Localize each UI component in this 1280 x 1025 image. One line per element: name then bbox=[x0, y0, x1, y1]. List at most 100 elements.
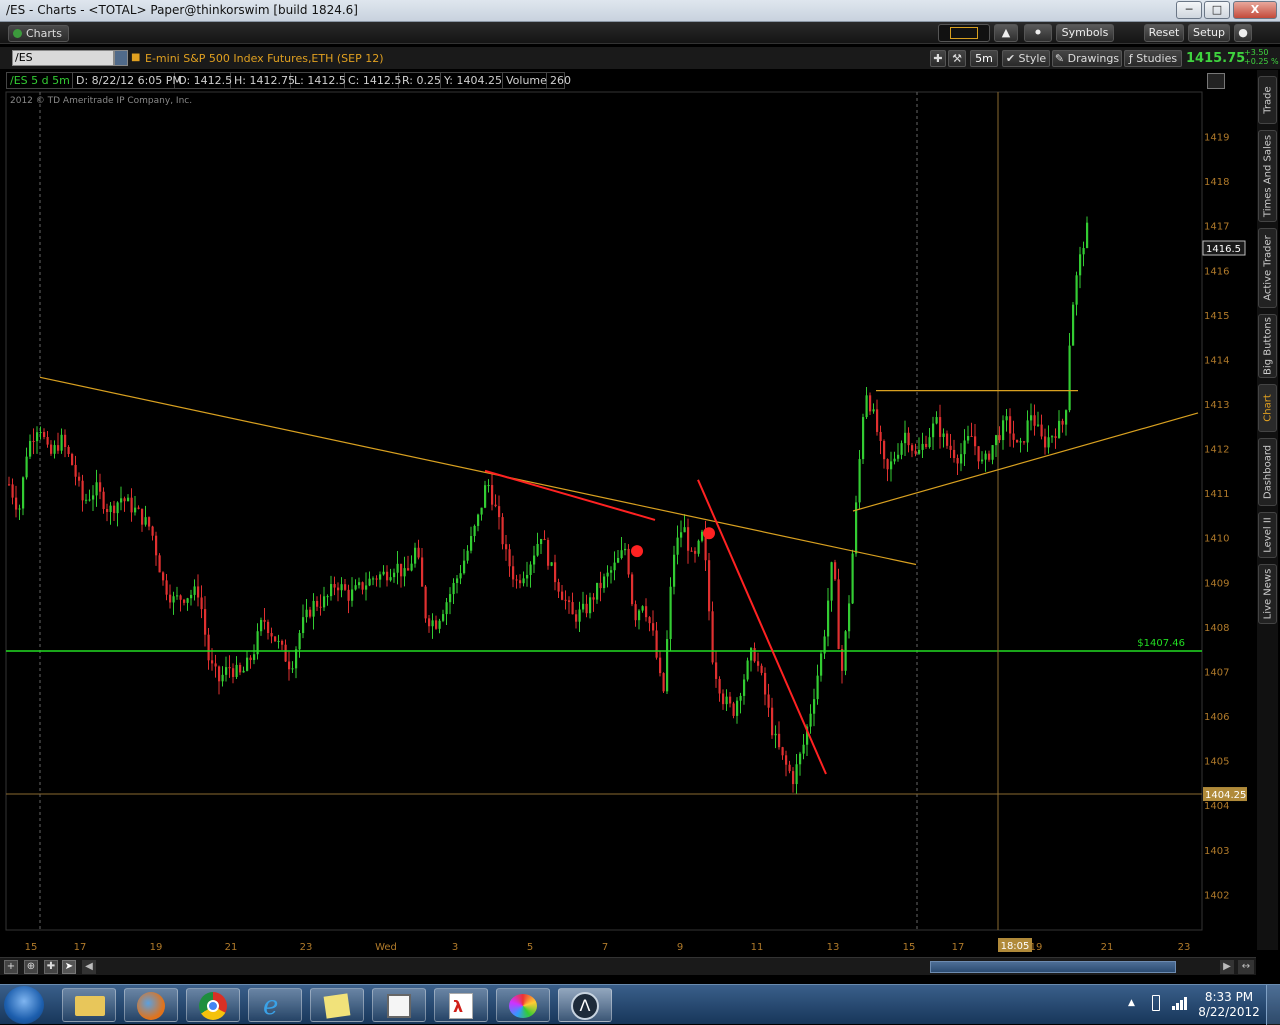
horizontal-scroll-bar[interactable]: + ⊕ ✚ ➤ ◀ ▶ ↔ bbox=[0, 957, 1256, 975]
side-tab-trade[interactable]: Trade bbox=[1258, 76, 1277, 124]
candle-body bbox=[1023, 441, 1026, 443]
timeframe-button[interactable]: 5m bbox=[970, 50, 998, 67]
candle-body bbox=[18, 508, 21, 510]
candle-body bbox=[603, 576, 606, 589]
side-tab-chart[interactable]: Chart bbox=[1258, 384, 1277, 432]
candle-body bbox=[540, 539, 543, 545]
candle-body bbox=[323, 596, 326, 608]
scroll-left-icon[interactable]: ◀ bbox=[82, 960, 96, 974]
candle-body bbox=[459, 573, 462, 579]
candle-body bbox=[102, 491, 105, 509]
candle-body bbox=[697, 540, 700, 554]
candle-body bbox=[267, 621, 270, 634]
candle-body bbox=[967, 436, 970, 441]
candle-body bbox=[599, 582, 602, 589]
monitor-app-icon[interactable] bbox=[372, 988, 426, 1022]
adobe-reader-icon[interactable]: λ bbox=[434, 988, 488, 1022]
drawing-tool-icon[interactable]: ✚ bbox=[930, 50, 946, 67]
symbol-input[interactable]: /ES bbox=[12, 50, 114, 66]
tab-charts[interactable]: Charts bbox=[8, 25, 69, 42]
side-tab-big-buttons[interactable]: Big Buttons bbox=[1258, 314, 1277, 378]
time-tick-label: 3 bbox=[452, 942, 458, 953]
price-tick-label: 1406 bbox=[1204, 712, 1229, 723]
side-tab-times-and-sales[interactable]: Times And Sales bbox=[1258, 130, 1277, 222]
reset-button[interactable]: Reset bbox=[1144, 24, 1184, 42]
candle-body bbox=[529, 564, 532, 575]
candle-body bbox=[834, 562, 837, 580]
firefox-icon[interactable] bbox=[124, 988, 178, 1022]
candle-body bbox=[393, 572, 396, 578]
candle-body bbox=[358, 582, 361, 586]
network-icon[interactable] bbox=[1172, 996, 1188, 1010]
zoom-out-icon[interactable]: + bbox=[4, 960, 18, 974]
scroll-thumb[interactable] bbox=[930, 961, 1176, 973]
candle-body bbox=[666, 639, 669, 692]
candle-body bbox=[57, 445, 60, 451]
candle-body bbox=[550, 562, 553, 566]
minimize-button[interactable]: ─ bbox=[1176, 1, 1202, 19]
zoom-in-icon[interactable]: ⊕ bbox=[24, 960, 38, 974]
candle-body bbox=[781, 747, 784, 756]
setup-button[interactable]: Setup bbox=[1188, 24, 1230, 42]
candle-body bbox=[113, 505, 116, 514]
paint-icon[interactable] bbox=[496, 988, 550, 1022]
entry-marker bbox=[631, 545, 643, 558]
cursor-icon[interactable]: ➤ bbox=[62, 960, 76, 974]
scroll-right-icon[interactable]: ▶ bbox=[1220, 960, 1234, 974]
symbol-dropdown-icon[interactable] bbox=[114, 50, 128, 66]
close-button[interactable]: X bbox=[1233, 1, 1277, 19]
candle-body bbox=[281, 640, 284, 645]
candle-body bbox=[137, 507, 140, 509]
order-entry-box[interactable] bbox=[938, 24, 990, 42]
side-tab-dashboard[interactable]: Dashboard bbox=[1258, 438, 1277, 506]
pan-icon[interactable]: ✚ bbox=[44, 960, 58, 974]
maximize-button[interactable]: □ bbox=[1204, 1, 1230, 19]
side-tab-level-ii[interactable]: Level II bbox=[1258, 512, 1277, 558]
chart-drawings: $1407.46 bbox=[6, 92, 1202, 930]
windows-taskbar: e λ Λ ▲ 8:33 PM 8/22/2012 bbox=[0, 984, 1280, 1025]
chart-settings-icon[interactable] bbox=[1207, 73, 1225, 89]
candle-body bbox=[820, 653, 823, 676]
price-tick-label: 1418 bbox=[1204, 177, 1229, 188]
candle-body bbox=[778, 733, 781, 748]
studies-button[interactable]: ƒ Studies bbox=[1124, 50, 1182, 67]
tray-expand-icon[interactable]: ▲ bbox=[1128, 998, 1135, 1008]
start-button[interactable] bbox=[4, 986, 44, 1024]
candle-body bbox=[659, 657, 662, 674]
candle-body bbox=[564, 599, 567, 601]
support-line-label: $1407.46 bbox=[1137, 638, 1185, 649]
link-icon[interactable]: ▲ bbox=[994, 24, 1018, 42]
candle-body bbox=[526, 574, 529, 579]
side-tab-live-news[interactable]: Live News bbox=[1258, 564, 1277, 624]
system-clock[interactable]: 8:33 PM 8/22/2012 bbox=[1196, 990, 1262, 1020]
drawings-button[interactable]: ✎ Drawings bbox=[1052, 50, 1122, 67]
thinkorswim-icon[interactable]: Λ bbox=[558, 988, 612, 1022]
candle-body bbox=[953, 449, 956, 458]
key-icon[interactable]: ⚫ bbox=[1024, 24, 1052, 42]
explorer-icon[interactable] bbox=[62, 988, 116, 1022]
chrome-icon[interactable] bbox=[186, 988, 240, 1022]
wrench-icon[interactable]: ⚒ bbox=[948, 50, 966, 67]
candle-body bbox=[274, 636, 277, 642]
expand-icon[interactable]: ↔ bbox=[1238, 960, 1254, 974]
candle-body bbox=[211, 660, 214, 664]
candle-body bbox=[841, 648, 844, 671]
candle-body bbox=[253, 654, 256, 661]
candle-body bbox=[631, 574, 634, 605]
price-chart[interactable]: $1407.46 1419141814171416141514141413141… bbox=[0, 90, 1256, 957]
candle-body bbox=[326, 596, 329, 598]
title-bar[interactable]: /ES - Charts - <TOTAL> Paper@thinkorswim… bbox=[0, 0, 1280, 22]
style-button[interactable]: ✔ Style bbox=[1002, 50, 1050, 67]
show-desktop-button[interactable] bbox=[1266, 985, 1280, 1025]
candle-body bbox=[739, 695, 742, 701]
symbol-bar: /ES ■ E-mini S&P 500 Index Futures,ETH (… bbox=[0, 47, 1280, 69]
candle-body bbox=[1051, 436, 1054, 438]
battery-icon[interactable] bbox=[1152, 995, 1160, 1011]
internet-explorer-icon[interactable]: e bbox=[248, 988, 302, 1022]
side-tab-active-trader[interactable]: Active Trader bbox=[1258, 228, 1277, 308]
sticky-notes-icon[interactable] bbox=[310, 988, 364, 1022]
symbols-button[interactable]: Symbols bbox=[1056, 24, 1114, 42]
candle-body bbox=[624, 548, 627, 551]
candle-body bbox=[925, 443, 928, 448]
lock-icon[interactable]: ● bbox=[1234, 24, 1252, 42]
